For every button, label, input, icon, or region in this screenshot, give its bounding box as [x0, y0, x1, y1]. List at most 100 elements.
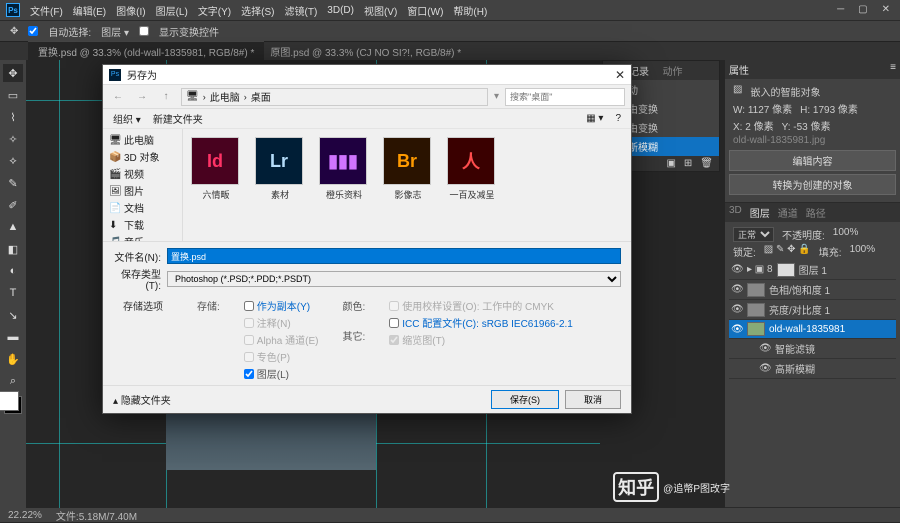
organize-button[interactable]: 组织 ▾ — [113, 111, 141, 126]
menu-item[interactable]: 图层(L) — [156, 3, 188, 18]
nav-item[interactable]: 📦3D 对象 — [103, 148, 182, 165]
zoom-level[interactable]: 22.22% — [8, 510, 42, 521]
folder-item[interactable]: ▮▮▮橙乐资料 — [319, 137, 369, 201]
auto-select-check[interactable] — [28, 26, 38, 36]
trash-icon[interactable]: 🗑 — [700, 158, 713, 169]
props-w: W: 1127 像素 — [733, 101, 792, 116]
opt-icc[interactable]: ICC 配置文件(C): sRGB IEC61966-2.1 — [389, 315, 573, 330]
tab-paths[interactable]: 路径 — [806, 205, 826, 220]
menu-item[interactable]: 图像(I) — [116, 3, 145, 18]
zoom-tool[interactable]: ⌕ — [3, 372, 23, 390]
wand-tool[interactable]: ✧ — [3, 130, 23, 148]
nav-item[interactable]: 🎬视频 — [103, 165, 182, 182]
menu-item[interactable]: 视图(V) — [364, 3, 397, 18]
nav-up-icon[interactable]: ↑ — [157, 88, 175, 106]
options-bar: ✥ 自动选择: 图层 ▾ 显示变换控件 — [0, 20, 900, 42]
visibility-icon[interactable]: 👁 — [731, 284, 743, 295]
stamp-tool[interactable]: ▲ — [3, 218, 23, 236]
filename-input[interactable] — [167, 248, 621, 264]
camera-icon[interactable]: ▣ — [666, 158, 675, 169]
help-icon[interactable]: ? — [615, 113, 621, 124]
folder-item[interactable]: Br影像志 — [383, 137, 433, 201]
menu-item[interactable]: 3D(D) — [327, 5, 354, 16]
doc-tab[interactable]: 原图.psd @ 33.3% (CJ NO SI?!, RGB/8#) * — [270, 44, 461, 59]
convert-button[interactable]: 转换为创建的对象 — [729, 174, 896, 195]
opt-layer[interactable]: 图层(L) — [244, 366, 319, 381]
layer-row[interactable]: 👁高斯模糊 — [729, 359, 896, 379]
layer-row[interactable]: 👁▸ ▣ 8图层 1 — [729, 260, 896, 280]
nav-item[interactable]: 📄文档 — [103, 199, 182, 216]
maximize-icon[interactable]: ▢ — [858, 4, 867, 15]
tab-channels[interactable]: 通道 — [778, 205, 798, 220]
menu-item[interactable]: 文字(Y) — [198, 3, 231, 18]
menu-item[interactable]: 帮助(H) — [453, 3, 487, 18]
folder-item[interactable]: 人一百及减呈 — [447, 137, 497, 201]
nav-item[interactable]: 🖥此电脑 — [103, 131, 182, 148]
document-tabs: 置换.psd @ 33.3% (old-wall-1835981, RGB/8#… — [0, 42, 900, 60]
move-tool[interactable]: ✥ — [3, 64, 23, 82]
menu-item[interactable]: 选择(S) — [241, 3, 274, 18]
breadcrumb[interactable]: 🖥› 此电脑› 桌面 — [181, 88, 488, 106]
save-button[interactable]: 保存(S) — [491, 390, 559, 409]
minimize-icon[interactable]: ─ — [837, 4, 844, 15]
tab-layers[interactable]: 图层 — [750, 205, 770, 220]
layer-row[interactable]: 👁亮度/对比度 1 — [729, 300, 896, 320]
visibility-icon[interactable]: 👁 — [759, 343, 771, 354]
brush-tool[interactable]: ✐ — [3, 196, 23, 214]
nav-item[interactable]: 🎵音乐 — [103, 233, 182, 241]
tab-3d[interactable]: 3D — [729, 205, 742, 220]
panel-menu-icon[interactable]: ≡ — [890, 62, 896, 77]
close-icon[interactable]: ✕ — [882, 4, 890, 15]
search-input[interactable] — [505, 88, 625, 106]
visibility-icon[interactable]: 👁 — [759, 363, 771, 374]
opacity-value[interactable]: 100% — [833, 227, 859, 242]
dialog-close-icon[interactable]: ✕ — [615, 68, 625, 82]
gradient-tool[interactable]: ◐ — [3, 262, 23, 280]
menu-item[interactable]: 滤镜(T) — [285, 3, 318, 18]
nav-forward-icon[interactable]: → — [133, 88, 151, 106]
opt-copy[interactable]: 作为副本(Y) — [244, 298, 319, 313]
folder-item[interactable]: Lr素材 — [255, 137, 305, 201]
hide-folders-link[interactable]: ▴ 隐藏文件夹 — [113, 392, 171, 407]
hand-tool[interactable]: ✋ — [3, 350, 23, 368]
nav-back-icon[interactable]: ← — [109, 88, 127, 106]
nav-item[interactable]: 🖼图片 — [103, 182, 182, 199]
fill-value[interactable]: 100% — [850, 244, 876, 259]
menu-item[interactable]: 文件(F) — [30, 3, 63, 18]
shape-tool[interactable]: ▬ — [3, 328, 23, 346]
visibility-icon[interactable]: 👁 — [731, 304, 743, 315]
layer-dropdown[interactable]: 图层 ▾ — [101, 24, 129, 39]
folder-item[interactable]: Id六情畈 — [191, 137, 241, 201]
eraser-tool[interactable]: ◧ — [3, 240, 23, 258]
show-transform-check[interactable] — [139, 26, 149, 36]
layer-row[interactable]: 👁色相/饱和度 1 — [729, 280, 896, 300]
visibility-icon[interactable]: 👁 — [731, 264, 743, 275]
actions-tab[interactable]: 动作 — [663, 63, 683, 78]
layer-row[interactable]: 👁智能滤镜 — [729, 339, 896, 359]
filetype-select[interactable]: Photoshop (*.PSD;*.PDD;*.PSDT) — [167, 271, 621, 287]
menu-bar: Ps 文件(F) 编辑(E) 图像(I) 图层(L) 文字(Y) 选择(S) 滤… — [0, 0, 900, 20]
properties-tab[interactable]: 属性 — [729, 62, 749, 77]
save-as-dialog: Ps 另存为 ✕ ← → ↑ 🖥› 此电脑› 桌面 ▾ 组织 ▾ 新建文件夹 ▦… — [102, 64, 632, 414]
lock-icons[interactable]: ▨ ✎ ✥ 🔒 — [764, 244, 811, 259]
color-swatch[interactable] — [4, 396, 22, 414]
blend-mode[interactable]: 正常 — [733, 227, 774, 242]
menu-item[interactable]: 窗口(W) — [407, 3, 443, 18]
type-tool[interactable]: T — [3, 284, 23, 302]
new-icon[interactable]: ⊞ — [684, 158, 692, 169]
path-tool[interactable]: ↘ — [3, 306, 23, 324]
crop-tool[interactable]: ⟡ — [3, 152, 23, 170]
view-icon[interactable]: ▦ ▾ — [586, 113, 603, 124]
new-folder-button[interactable]: 新建文件夹 — [153, 111, 203, 126]
lasso-tool[interactable]: ⌇ — [3, 108, 23, 126]
edit-content-button[interactable]: 编辑内容 — [729, 150, 896, 171]
doc-tab-active[interactable]: 置换.psd @ 33.3% (old-wall-1835981, RGB/8#… — [28, 41, 264, 61]
file-grid[interactable]: Id六情畈 Lr素材 ▮▮▮橙乐资料 Br影像志人一百及减呈 — [183, 129, 631, 241]
eyedropper-tool[interactable]: ✎ — [3, 174, 23, 192]
menu-item[interactable]: 编辑(E) — [73, 3, 106, 18]
nav-item[interactable]: ⬇下载 — [103, 216, 182, 233]
cancel-button[interactable]: 取消 — [565, 390, 621, 409]
marquee-tool[interactable]: ▭ — [3, 86, 23, 104]
visibility-icon[interactable]: 👁 — [731, 324, 743, 335]
layer-row-selected[interactable]: 👁old-wall-1835981 — [729, 320, 896, 339]
